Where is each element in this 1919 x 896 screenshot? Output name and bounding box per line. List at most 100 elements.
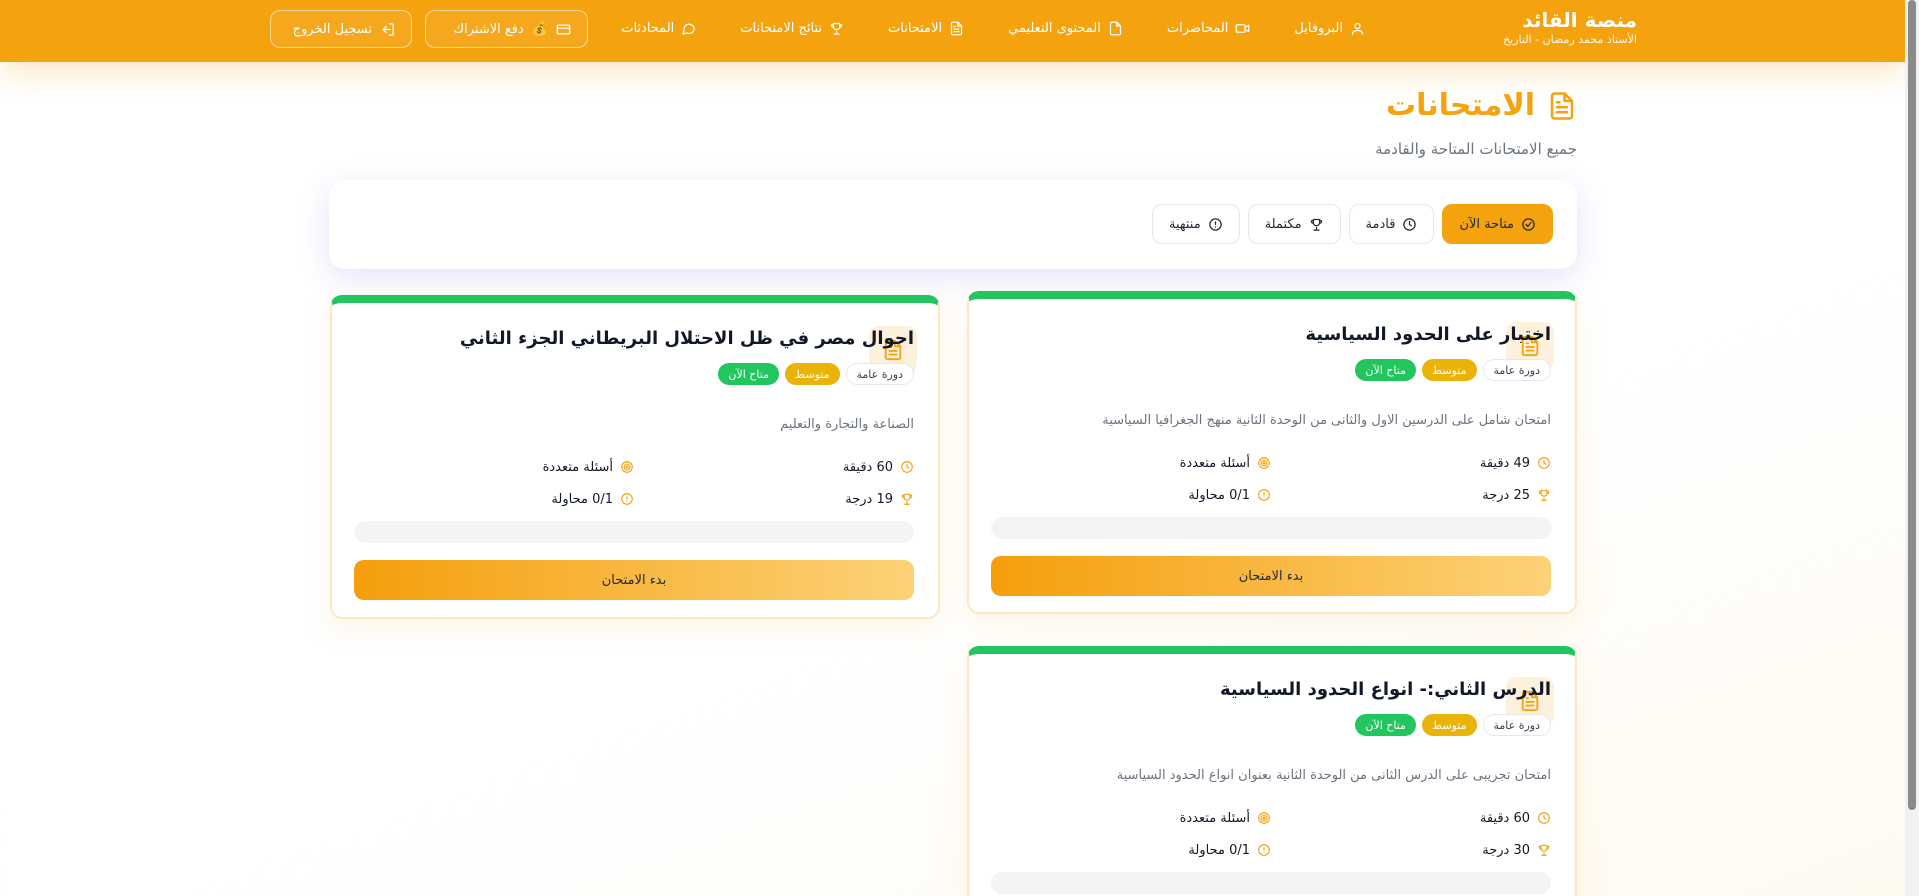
top-navbar: منصة القائد الأستاذ محمد رمضان - التاريخ… bbox=[0, 0, 1905, 62]
logout-icon bbox=[382, 22, 394, 36]
badge-course-type: دورة عامة bbox=[845, 363, 914, 385]
exam-card: احوال مصر في ظل الاحتلال البريطاني الجزء… bbox=[330, 295, 940, 619]
logout-button[interactable]: تسجيل الخروج bbox=[270, 10, 412, 48]
exam-title: الدرس الثاني:- انواع الحدود السياسية bbox=[1220, 679, 1551, 700]
document-icon bbox=[950, 21, 963, 35]
badge-status: متاح الآن bbox=[1355, 359, 1416, 381]
brand-subtitle: الأستاذ محمد رمضان - التاريخ bbox=[1503, 33, 1637, 46]
exam-badges: دورة عامة متوسط متاح الآن bbox=[1355, 714, 1551, 736]
chat-icon bbox=[682, 23, 696, 35]
brand-name: منصة القائد bbox=[1522, 8, 1637, 32]
exam-duration-text: 60 دقيقة bbox=[842, 459, 893, 475]
badge-level: متوسط bbox=[784, 363, 840, 385]
badge-status: متاح الآن bbox=[718, 363, 779, 385]
nav-item-lectures[interactable]: المحاضرات bbox=[1167, 21, 1251, 36]
nav-label: المحاضرات bbox=[1166, 20, 1229, 36]
nav-item-profile[interactable]: البروفايل bbox=[1294, 21, 1365, 36]
badge-course-type: دورة عامة bbox=[1482, 714, 1551, 736]
document-icon bbox=[1550, 92, 1574, 120]
badge-level: متوسط bbox=[1421, 714, 1477, 736]
filter-label: قادمة bbox=[1365, 216, 1396, 232]
logout-label: تسجيل الخروج bbox=[292, 21, 372, 37]
trophy-icon bbox=[901, 493, 913, 505]
badge-course-type: دورة عامة bbox=[1482, 359, 1551, 381]
badge-level: متوسط bbox=[1421, 359, 1477, 381]
page-title: الامتحانات bbox=[1375, 86, 1577, 126]
brand[interactable]: منصة القائد الأستاذ محمد رمضان - التاريخ bbox=[1503, 8, 1637, 48]
badge-status: متاح الآن bbox=[1355, 714, 1416, 736]
nav-item-content[interactable]: المحتوى التعليمي bbox=[1008, 21, 1123, 36]
pay-label: دفع الاشتراك bbox=[453, 21, 524, 37]
alert-circle-icon bbox=[621, 493, 633, 505]
alert-circle-icon bbox=[1258, 489, 1270, 501]
target-icon bbox=[621, 461, 633, 473]
pay-subscription-button[interactable]: 💰 دفع الاشتراك bbox=[425, 10, 588, 48]
filter-upcoming[interactable]: قادمة bbox=[1348, 204, 1435, 244]
nav-item-exams[interactable]: الامتحانات bbox=[888, 21, 964, 36]
credit-card-icon bbox=[556, 24, 571, 34]
filter-label: مكتملة bbox=[1264, 216, 1302, 232]
exam-card: الدرس الثاني:- انواع الحدود السياسية دور… bbox=[967, 646, 1577, 896]
exam-description: امتحان شامل على الدرسين الاول والثانى من… bbox=[1102, 413, 1551, 428]
trophy-icon bbox=[1538, 844, 1550, 856]
exam-card: اختبار على الحدود السياسية دورة عامة متو… bbox=[967, 291, 1577, 614]
exam-question-type: أسئلة متعددة bbox=[991, 456, 1271, 471]
exam-attempts: 0/1 محاولة bbox=[991, 843, 1271, 858]
page-header: الامتحانات جميع الامتحانات المتاحة والقا… bbox=[1375, 86, 1577, 158]
exam-duration: 49 دقيقة bbox=[1271, 456, 1551, 471]
exam-duration-text: 60 دقيقة bbox=[1479, 810, 1530, 826]
exam-progress-bar bbox=[991, 872, 1551, 894]
exam-attempts-text: 0/1 محاولة bbox=[1188, 842, 1250, 858]
filter-bar: متاحة الآن قادمة مكتملة منتهية bbox=[329, 180, 1577, 269]
exam-attempts-text: 0/1 محاولة bbox=[1188, 487, 1250, 503]
clock-icon bbox=[1538, 812, 1550, 824]
scrollbar-thumb[interactable] bbox=[1908, 0, 1916, 810]
clock-icon bbox=[1538, 457, 1550, 469]
nav-label: المحتوى التعليمي bbox=[1008, 20, 1101, 36]
exam-question-type: أسئلة متعددة bbox=[991, 811, 1271, 826]
trophy-icon bbox=[830, 22, 843, 35]
page-subtitle: جميع الامتحانات المتاحة والقادمة bbox=[1375, 140, 1577, 158]
filter-completed[interactable]: مكتملة bbox=[1247, 204, 1341, 244]
exam-stats: 60 دقيقة أسئلة متعددة 19 درجة 0/1 محاولة bbox=[354, 451, 914, 515]
exam-question-type-text: أسئلة متعددة bbox=[1179, 810, 1250, 826]
check-circle-icon bbox=[1522, 217, 1535, 231]
exam-progress-bar bbox=[991, 517, 1551, 539]
filter-ended[interactable]: منتهية bbox=[1151, 204, 1240, 244]
start-exam-button[interactable]: بدء الامتحان bbox=[354, 560, 914, 600]
exam-question-type: أسئلة متعددة bbox=[354, 460, 634, 475]
pay-emoji: 💰 bbox=[531, 21, 548, 37]
exam-description: امتحان تجريبى على الدرس الثانى من الوحدة… bbox=[1116, 768, 1551, 783]
alert-circle-icon bbox=[1258, 844, 1270, 856]
exam-score: 25 درجة bbox=[1271, 488, 1551, 503]
exam-duration: 60 دقيقة bbox=[1271, 811, 1551, 826]
page-scrollbar[interactable] bbox=[1905, 0, 1919, 896]
filter-tabs: متاحة الآن قادمة مكتملة منتهية bbox=[1151, 204, 1553, 244]
exam-score: 30 درجة bbox=[1271, 843, 1551, 858]
target-icon bbox=[1258, 812, 1270, 824]
exam-score-text: 30 درجة bbox=[1482, 842, 1530, 858]
exam-attempts: 0/1 محاولة bbox=[991, 488, 1271, 503]
page-title-text: الامتحانات bbox=[1385, 88, 1535, 123]
filter-label: منتهية bbox=[1168, 216, 1201, 232]
exam-attempts: 0/1 محاولة bbox=[354, 492, 634, 507]
nav-label: نتائج الامتحانات bbox=[740, 20, 823, 36]
alert-circle-icon bbox=[1208, 217, 1222, 231]
exam-score-text: 25 درجة bbox=[1482, 487, 1530, 503]
nav-item-chats[interactable]: المحادثات bbox=[621, 21, 696, 36]
exam-description: الصناعة والتجارة والتعليم bbox=[780, 417, 914, 432]
filter-available[interactable]: متاحة الآن bbox=[1442, 204, 1553, 244]
start-exam-button[interactable]: بدء الامتحان bbox=[991, 556, 1551, 596]
user-icon bbox=[1351, 22, 1364, 35]
exam-progress-bar bbox=[354, 521, 914, 543]
clock-icon bbox=[901, 461, 913, 473]
target-icon bbox=[1258, 457, 1270, 469]
exam-question-type-text: أسئلة متعددة bbox=[542, 459, 613, 475]
exam-title: اختبار على الحدود السياسية bbox=[1305, 324, 1551, 345]
nav-label: البروفايل bbox=[1294, 20, 1343, 36]
nav-label: الامتحانات bbox=[888, 20, 943, 36]
exam-badges: دورة عامة متوسط متاح الآن bbox=[1355, 359, 1551, 381]
nav-item-results[interactable]: نتائج الامتحانات bbox=[740, 21, 844, 36]
exam-title: احوال مصر في ظل الاحتلال البريطاني الجزء… bbox=[459, 328, 914, 349]
main-nav: البروفايل المحاضرات المحتوى التعليمي الا… bbox=[621, 0, 1365, 56]
